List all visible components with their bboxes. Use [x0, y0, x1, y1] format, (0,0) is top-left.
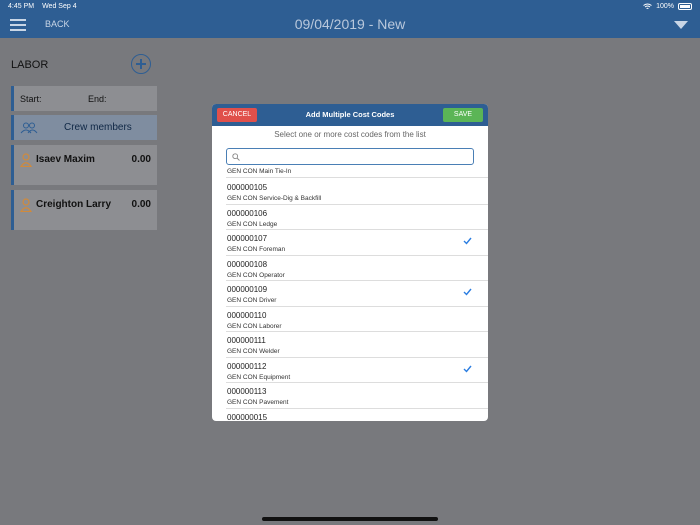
cost-code-row[interactable]: 000000110 GEN CON Laborer: [212, 307, 488, 332]
crew-member-name: Isaev Maxim: [36, 154, 95, 165]
cost-code-number: 000000112: [227, 361, 267, 371]
status-bar: 4:45 PM Wed Sep 4 100%: [0, 0, 700, 12]
cost-code-row[interactable]: 000000112 GEN CON Equipment: [212, 358, 488, 383]
battery-icon: [678, 2, 692, 10]
add-labor-button[interactable]: [131, 54, 151, 74]
crew-member-name: Creighton Larry: [36, 199, 112, 210]
status-date: Wed Sep 4: [42, 2, 77, 10]
checkmark-icon: [463, 237, 472, 245]
cost-code-description: GEN CON Pavement: [227, 399, 289, 406]
cost-code-description: GEN CON Driver: [227, 297, 277, 304]
page-title: 09/04/2019 - New: [294, 16, 406, 32]
caret-down-icon[interactable]: [674, 21, 688, 29]
search-icon: [232, 153, 240, 161]
cost-code-description: GEN CON Laborer: [227, 322, 282, 330]
start-end-card[interactable]: Start: End:: [11, 86, 157, 111]
status-time: 4:45 PM: [8, 2, 35, 10]
people-icon: [20, 122, 38, 134]
cost-code-description: GEN CON Operator: [227, 271, 285, 279]
back-button[interactable]: BACK: [45, 19, 70, 29]
checkmark-icon: [463, 365, 472, 373]
divider: [226, 177, 488, 178]
cost-code-number: 000000113: [227, 387, 267, 396]
cost-code-row[interactable]: 000000108 GEN CON Operator: [212, 256, 488, 281]
labor-title: LABOR: [11, 59, 49, 71]
cost-code-description: GEN CON Equipment: [227, 373, 291, 381]
cost-codes-modal: CANCEL Add Multiple Cost Codes SAVE Sele…: [212, 104, 488, 421]
cost-code-row[interactable]: 000000105 GEN CON Service-Dig & Backfill: [212, 179, 488, 205]
battery-percent: 100%: [656, 2, 674, 10]
cost-code-description: GEN CON Ledge: [227, 220, 278, 228]
cost-code-row[interactable]: 000000109 GEN CON Driver: [212, 281, 488, 307]
list-item-partial: GEN CON Main Tie-In: [227, 168, 292, 175]
crew-member-row[interactable]: Isaev Maxim 0.00: [11, 145, 157, 185]
crew-members-button[interactable]: Crew members: [11, 115, 157, 140]
cost-code-row[interactable]: 000000107 GEN CON Foreman: [212, 230, 488, 256]
search-field[interactable]: [226, 148, 474, 165]
save-button[interactable]: SAVE: [443, 108, 483, 122]
cost-code-row[interactable]: 000000015: [212, 409, 488, 422]
person-icon: [20, 153, 32, 167]
cost-code-row[interactable]: 000000113 GEN CON Pavement: [212, 383, 488, 409]
crew-member-hours: 0.00: [131, 199, 151, 210]
checkmark-icon: [463, 288, 472, 296]
search-input[interactable]: [245, 150, 470, 163]
cost-code-number: 000000108: [227, 259, 268, 269]
cancel-button[interactable]: CANCEL: [217, 108, 257, 122]
crew-member-row[interactable]: Creighton Larry 0.00: [11, 190, 157, 230]
wifi-icon: [643, 3, 652, 9]
start-label: Start:: [20, 94, 42, 104]
cost-code-number: 000000109: [227, 285, 268, 294]
cost-code-row[interactable]: 000000106 GEN CON Ledge: [212, 205, 488, 230]
modal-subtitle: Select one or more cost codes from the l…: [274, 130, 426, 139]
cost-code-description: GEN CON Foreman: [227, 246, 286, 253]
status-right: 100%: [643, 2, 692, 10]
cost-code-number: 000000111: [227, 336, 266, 345]
nav-bar: BACK 09/04/2019 - New: [0, 12, 700, 38]
crew-members-label: Crew members: [64, 122, 132, 133]
menu-icon[interactable]: [10, 19, 26, 31]
crew-member-hours: 0.00: [131, 154, 151, 165]
cost-code-description: GEN CON Service-Dig & Backfill: [227, 195, 322, 202]
home-indicator: [262, 517, 438, 521]
cost-code-number: 000000110: [227, 310, 267, 320]
person-icon: [20, 198, 32, 212]
end-label: End:: [88, 94, 107, 104]
cost-code-description: GEN CON Welder: [227, 348, 280, 355]
cost-code-row[interactable]: 000000111 GEN CON Welder: [212, 332, 488, 358]
modal-header: CANCEL Add Multiple Cost Codes SAVE: [212, 104, 488, 126]
cost-code-number: 000000107: [227, 234, 268, 243]
cost-code-number: 000000015: [227, 412, 268, 422]
cost-code-number: 000000105: [227, 183, 268, 192]
cost-code-number: 000000106: [227, 208, 268, 218]
cost-code-list[interactable]: GEN CON Main Tie-In 000000105 GEN CON Ser…: [212, 168, 488, 421]
